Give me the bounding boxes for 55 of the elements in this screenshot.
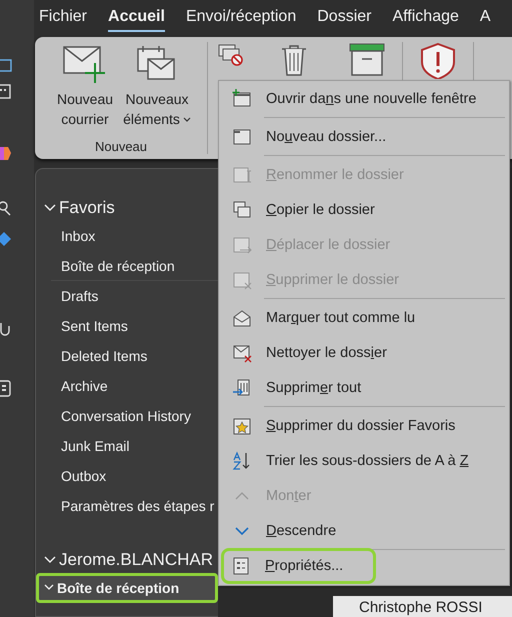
sender-name: Christophe ROSSI — [333, 596, 512, 617]
chevron-down-icon[interactable] — [44, 555, 56, 565]
ribbon-tab[interactable]: Accueil — [108, 4, 165, 32]
chevron-down-icon[interactable] — [44, 203, 56, 213]
ribbon-tab[interactable]: Envoi/réception — [186, 4, 296, 32]
menu-item[interactable]: Supprimer tout — [219, 370, 509, 405]
folder-item[interactable]: Boîte de réception — [36, 251, 218, 281]
folder-item[interactable]: Outbox — [36, 461, 218, 491]
new-window-icon — [232, 88, 252, 108]
section-header[interactable]: Favoris — [59, 198, 115, 218]
shield-icon[interactable] — [420, 43, 456, 79]
folder-item[interactable]: Conversation History — [36, 401, 218, 431]
menu-item[interactable]: Copier le dossier — [219, 192, 509, 227]
section-header[interactable]: Jerome.BLANCHAR — [59, 550, 213, 570]
apps-icon[interactable] — [0, 380, 12, 397]
app-icon[interactable] — [0, 145, 12, 162]
sort-icon — [232, 450, 252, 470]
menu-item[interactable]: Nouveau dossier... — [219, 119, 509, 154]
properties-icon — [231, 556, 251, 576]
trash-icon — [232, 378, 252, 398]
delete-folder-icon — [232, 270, 252, 290]
ribbon-tab[interactable]: Fichier — [39, 4, 88, 32]
rename-icon — [232, 164, 252, 184]
calendar-icon[interactable] — [0, 83, 12, 100]
menu-item[interactable]: Trier les sous-dossiers de A à Z — [219, 443, 509, 478]
ribbon-tab[interactable]: Affichage — [392, 4, 459, 32]
archive-icon[interactable] — [349, 43, 385, 79]
folder-item[interactable]: Archive — [36, 371, 218, 401]
folder-item[interactable]: Inbox — [36, 221, 218, 251]
move-icon — [232, 234, 252, 254]
folder-item[interactable]: Boîte de réception — [36, 573, 218, 603]
folder-item[interactable]: Drafts — [36, 281, 218, 311]
ribbon-button[interactable]: Nouveau courrier — [49, 45, 121, 129]
clean-icon — [232, 342, 252, 362]
folder-icon — [232, 126, 252, 146]
folder-item[interactable]: Paramètres des étapes r — [36, 491, 218, 521]
copy-icon — [232, 200, 252, 220]
folder-item[interactable]: Deleted Items — [36, 341, 218, 371]
folder-item[interactable]: Junk Email — [36, 431, 218, 461]
new-mail-icon — [63, 45, 107, 85]
menu-item[interactable]: Nettoyer le dossier — [219, 335, 509, 370]
menu-item[interactable]: Ouvrir dans une nouvelle fenêtre — [219, 81, 509, 116]
ribbon-tab[interactable]: Dossier — [317, 4, 372, 32]
tasks-icon[interactable] — [0, 231, 12, 248]
menu-item[interactable]: Marquer tout comme lu — [219, 300, 509, 335]
star-folder-icon — [232, 416, 252, 436]
ribbon-button[interactable]: Nouveaux éléments — [121, 45, 193, 129]
attachment-icon[interactable] — [0, 320, 12, 337]
open-envelope-icon — [232, 308, 252, 328]
menu-item[interactable]: Descendre — [219, 513, 509, 548]
folder-item[interactable]: Sent Items — [36, 311, 218, 341]
menu-item[interactable]: Propriétés... — [224, 551, 373, 581]
group-label: Nouveau — [94, 139, 148, 154]
menu-item[interactable]: Supprimer du dossier Favoris — [219, 408, 509, 443]
ribbon-tab[interactable]: A — [480, 4, 491, 32]
